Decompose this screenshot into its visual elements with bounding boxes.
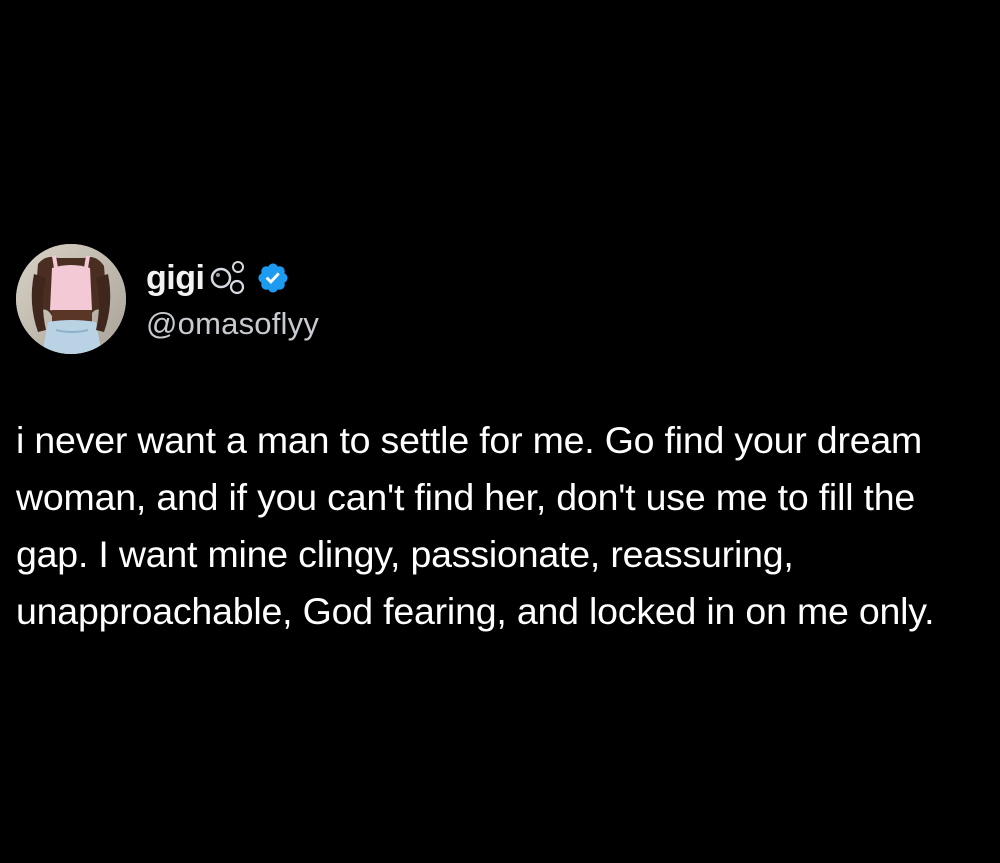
tweet-card: gigi @omasoflyy i never want a man to se…: [16, 244, 984, 640]
author-info: gigi @omasoflyy: [146, 256, 319, 342]
tweet-text: i never want a man to settle for me. Go …: [16, 419, 935, 632]
name-row: gigi: [146, 256, 319, 300]
avatar[interactable]: [16, 244, 126, 354]
bubbles-icon: [208, 258, 248, 298]
display-name[interactable]: gigi: [146, 259, 205, 298]
tweet-header: gigi @omasoflyy: [16, 244, 984, 354]
verified-badge-icon: [256, 261, 290, 295]
user-handle[interactable]: @omasoflyy: [146, 306, 319, 342]
avatar-image: [16, 244, 126, 354]
